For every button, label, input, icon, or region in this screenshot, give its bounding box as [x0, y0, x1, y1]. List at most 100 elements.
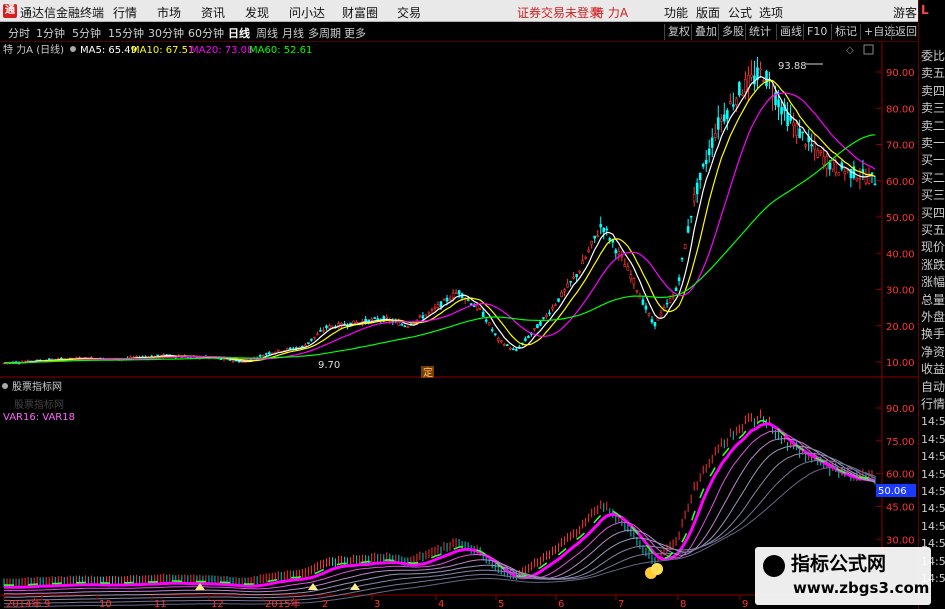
period-tab-5min[interactable]: 5分钟	[72, 25, 101, 41]
ma10-line	[3, 79, 876, 364]
candle-body	[512, 348, 515, 351]
indicator-source-label: 股票指标网	[12, 380, 62, 393]
menu-item-wealth[interactable]: 财富圈	[342, 4, 378, 21]
menu-item-news[interactable]: 资讯	[201, 4, 225, 21]
candle-body	[502, 344, 506, 346]
x-tick-label: 3	[374, 599, 380, 609]
candle-body	[677, 277, 681, 282]
candle-body	[527, 336, 530, 338]
candle-body	[644, 305, 648, 310]
menu-item-ask[interactable]: 问小达	[289, 4, 325, 21]
menu-item-discover[interactable]: 发现	[245, 4, 269, 21]
main-y-tick-label: 60.00	[886, 177, 915, 188]
menu-item-market[interactable]: 市场	[157, 4, 181, 21]
quote-field: 卖四	[921, 83, 945, 98]
candle-body	[704, 159, 708, 165]
low-price-label: 9.70	[318, 360, 340, 371]
candle-body	[617, 250, 621, 255]
candle-body	[331, 325, 334, 328]
candle-body	[674, 287, 678, 292]
period-tab-monthly[interactable]: 月线	[282, 25, 304, 41]
menu-item-options[interactable]: 选项	[759, 4, 783, 21]
candle-body	[451, 292, 455, 298]
quote-field: 涨幅	[921, 275, 945, 290]
candle-body	[258, 355, 262, 357]
indicator-faded-label: 股票指标网	[14, 398, 64, 411]
tool-adjust[interactable]: 复权	[664, 24, 693, 40]
candle-body	[539, 321, 542, 326]
x-tick-label: 7	[618, 599, 624, 609]
candle-body	[587, 249, 590, 253]
sub-y-tick-label: 90.00	[886, 404, 915, 415]
collapse-icon[interactable]: ◇	[846, 45, 854, 56]
candle-body	[710, 137, 714, 148]
menu-item-function[interactable]: 功能	[664, 4, 688, 21]
candle-body	[427, 311, 431, 314]
candle-body	[837, 172, 841, 176]
tool-f10[interactable]: F10	[803, 24, 830, 40]
candle-body	[843, 171, 847, 175]
candle-body	[759, 68, 762, 71]
menu-bar: 通 通达信金融终端 行情 市场 资讯 发现 问小达 财富圈 交易 证券交易未登录…	[0, 0, 945, 22]
candle-body	[786, 112, 789, 126]
period-tab-15min[interactable]: 15分钟	[108, 25, 144, 41]
menu-item-layout[interactable]: 版面	[696, 4, 720, 21]
candle-body	[536, 324, 539, 329]
kline-chart-svg[interactable]: 特 力A (日线) MA5: 65.49 MA10: 67.51 MA20: 7…	[0, 42, 918, 609]
ma20-label: MA20: 73.08	[190, 45, 253, 56]
candle-body	[795, 123, 798, 136]
candle-body	[792, 122, 795, 127]
period-tab-weekly[interactable]: 周线	[256, 25, 278, 41]
tool-multi-stock[interactable]: 多股	[718, 24, 747, 40]
period-toolbar: 分时 1分钟 5分钟 15分钟 30分钟 60分钟 日线 周线 月线 多周期 更…	[0, 23, 945, 42]
settings-dot-icon[interactable]	[70, 46, 76, 52]
candle-body	[415, 319, 419, 322]
candle-body	[605, 228, 609, 231]
main-chart-title: 特 力A (日线)	[3, 43, 64, 56]
trade-login-status[interactable]: 证券交易未登录	[517, 4, 601, 21]
menu-item-trade[interactable]: 交易	[397, 4, 421, 21]
candle-body	[316, 333, 319, 336]
menu-item-formula[interactable]: 公式	[728, 4, 752, 21]
tool-draw-line[interactable]: 画线	[776, 24, 805, 40]
tool-overlay[interactable]: 叠加	[691, 24, 720, 40]
user-status[interactable]: 游客	[893, 4, 917, 21]
candle-body	[545, 314, 548, 318]
period-tab-multi[interactable]: 多周期	[308, 25, 341, 41]
tool-statistics[interactable]: 统计	[745, 24, 774, 40]
candle-body	[515, 349, 518, 351]
quote-field: 14:50	[921, 519, 945, 533]
candle-body	[472, 305, 476, 307]
quote-field: 买一	[921, 153, 945, 168]
chart-area[interactable]: 特 力A (日线) MA5: 65.49 MA10: 67.51 MA20: 7…	[0, 42, 945, 609]
candle-body	[276, 349, 280, 352]
ma20-line	[3, 92, 876, 364]
ma10-label: MA10: 67.51	[131, 45, 194, 56]
candle-body	[834, 162, 838, 173]
tool-back[interactable]: 返回	[891, 24, 920, 40]
period-tab-60min[interactable]: 60分钟	[188, 25, 224, 41]
indicator-ribbon-line	[4, 459, 876, 605]
main-y-tick-label: 40.00	[886, 249, 915, 260]
candle-body	[264, 353, 268, 355]
period-tab-30min[interactable]: 30分钟	[148, 25, 184, 41]
maximize-icon[interactable]	[863, 44, 874, 55]
menu-item-market-quotes[interactable]: 行情	[113, 4, 137, 21]
indicator-ribbon-line	[3, 438, 876, 595]
candle-body	[686, 226, 690, 233]
period-tab-intraday[interactable]: 分时	[8, 25, 30, 41]
period-tab-daily[interactable]: 日线	[228, 25, 250, 41]
candle-body	[593, 235, 597, 239]
candle-body	[301, 345, 304, 348]
candle-body	[267, 352, 271, 355]
period-tab-more[interactable]: 更多	[344, 25, 366, 41]
sub-panel-settings-icon[interactable]	[2, 383, 8, 389]
period-tab-1min[interactable]: 1分钟	[36, 25, 65, 41]
quote-field: 卖二	[921, 118, 945, 133]
candle-body	[873, 183, 877, 186]
candle-body	[641, 299, 645, 305]
quote-side-panel: L 委比 卖五 卖四 卖三 卖二 卖一 买一 买二 买三 买四 买五 现价 涨跌 涨幅 总量 外盘 换手 净资 收益…	[918, 0, 945, 609]
tool-mark[interactable]: 标记	[831, 24, 860, 40]
candle-body	[722, 114, 726, 122]
candle-body	[572, 276, 575, 279]
